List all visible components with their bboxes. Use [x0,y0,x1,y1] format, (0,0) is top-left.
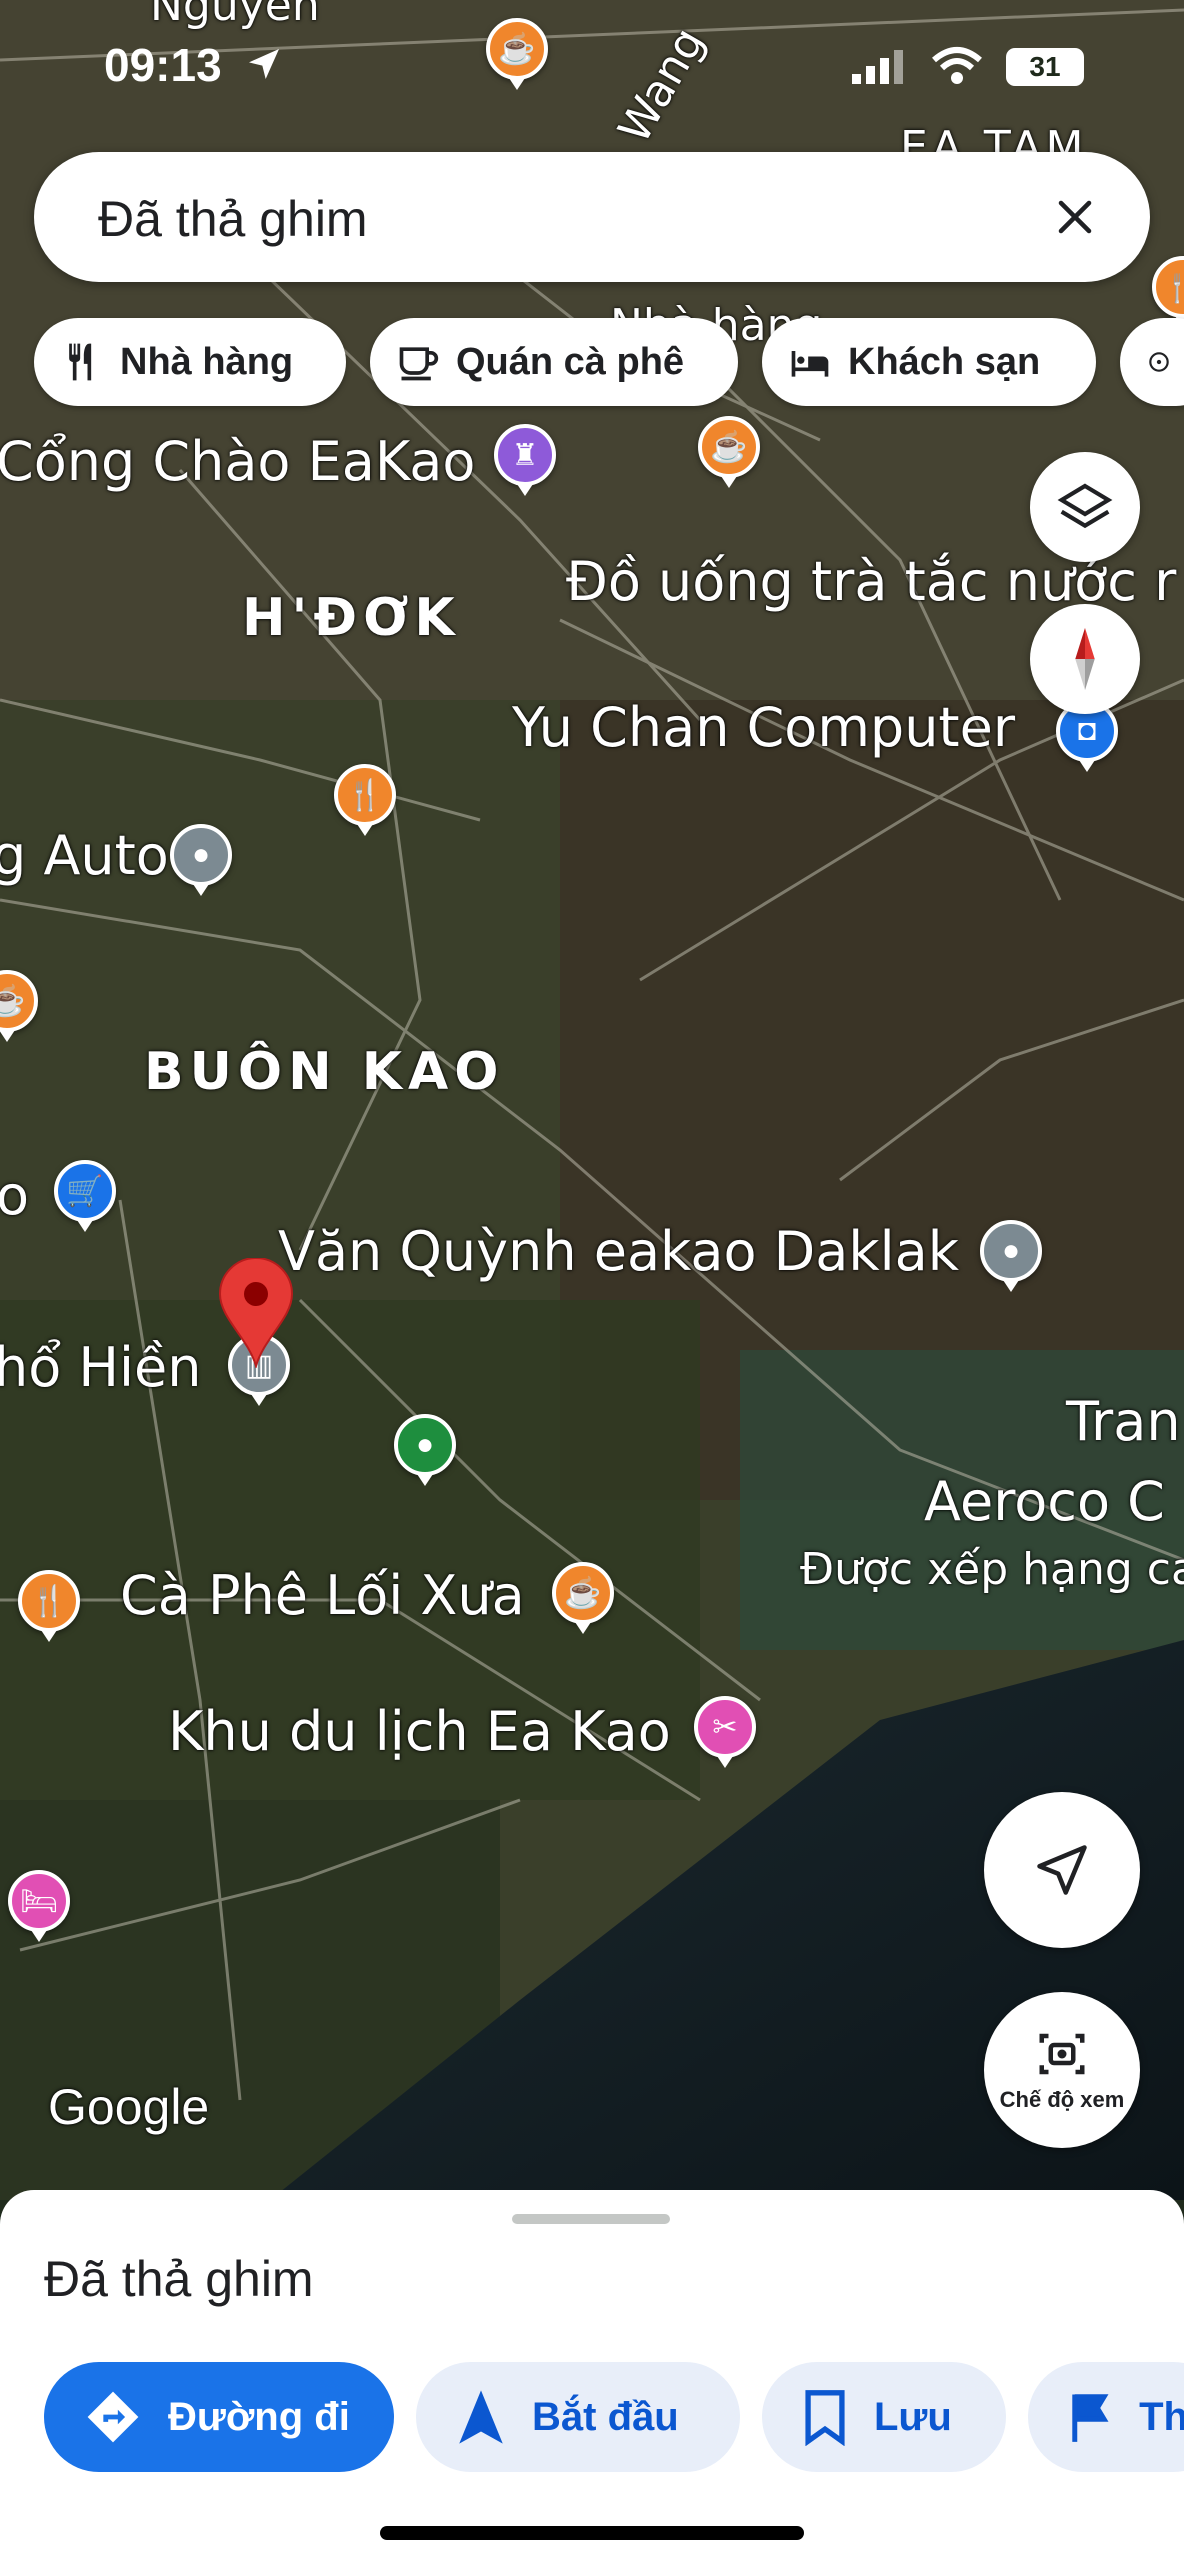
map-label-khu-du-lich[interactable]: Khu du lịch Ea Kao [168,1700,671,1763]
status-bar: 09:13 31 [0,0,1184,140]
cellular-signal-icon [852,50,903,84]
view-mode-button[interactable]: Chế độ xem [984,1992,1140,2148]
attraction-icon [1149,352,1169,372]
close-icon[interactable] [1040,182,1110,252]
landmark-pin-icon[interactable]: ♜ [494,424,556,496]
start-label: Bắt đầu [532,2394,679,2439]
map-label-h-dok: H'ĐƠK [242,588,461,648]
map-label-auto[interactable]: g Auto [0,824,169,887]
restaurant-pin-icon[interactable]: 🍴 [334,764,396,836]
label-button[interactable]: Th [1028,2362,1184,2472]
place-title: Đã thả ghim [44,2251,314,2307]
navigation-arrow-icon [1037,1845,1087,1895]
map-label-o-left: o [0,1164,30,1227]
map-label-buon-kao: BUÔN KAO [144,1042,505,1102]
coffee-pin-icon[interactable]: ☕ [552,1562,614,1634]
location-arrow-icon [249,49,279,79]
map-label-cong-chao[interactable]: Cổng Chào EaKao [0,430,475,493]
drag-handle[interactable] [512,2214,670,2224]
place-bottom-sheet[interactable]: Đã thả ghim Đường đi Bắt đầu Lưu Th [0,2190,1184,2560]
battery-icon: 31 [1006,48,1084,86]
my-location-button[interactable] [984,1792,1140,1948]
hotel-icon [791,351,829,377]
search-bar[interactable]: Đã thả ghim [34,152,1150,282]
tourist-attraction-pin-icon[interactable]: ✂ [694,1696,756,1768]
status-time: 09:13 [104,39,222,91]
navigation-arrow-icon [459,2390,503,2444]
dropped-pin-icon[interactable] [218,1258,294,1368]
map-label-pho-hien[interactable]: hổ Hiền [0,1336,201,1399]
shopping-cart-pin-icon[interactable]: 🛒 [54,1160,116,1232]
google-logo: Google [48,2079,210,2135]
view-mode-label: Chế độ xem [999,2087,1125,2112]
chip-restaurants[interactable]: Nhà hàng [34,318,346,406]
flag-icon [1072,2394,1109,2442]
place-pin-icon[interactable]: ● [980,1220,1042,1292]
chip-coffee[interactable]: Quán cà phê [370,318,738,406]
label-button-text: Th [1139,2394,1184,2439]
compass-button[interactable] [1030,604,1140,714]
map-label-yu-chan[interactable]: Yu Chan Computer [512,696,1015,759]
directions-label: Đường đi [168,2394,350,2439]
map-label-aeroco[interactable]: Aeroco C [924,1470,1165,1533]
coffee-icon [399,347,439,381]
hotel-pin-icon[interactable]: 🛏 [8,1870,70,1942]
bookmark-icon [805,2390,845,2446]
search-text[interactable]: Đã thả ghim [98,190,368,248]
map-label-duoc-xep-hang: Được xếp hạng ca [800,1544,1184,1595]
map-label-tran[interactable]: Tran [1066,1390,1181,1453]
directions-button[interactable]: Đường đi [44,2362,394,2472]
camera-scan-icon [1039,2033,1085,2075]
home-indicator[interactable] [380,2526,804,2540]
chip-label: Khách sạn [848,340,1041,383]
start-button[interactable]: Bắt đầu [416,2362,740,2472]
directions-icon [87,2391,139,2443]
restaurant-icon [69,343,92,381]
coffee-pin-icon[interactable]: ☕ [698,416,760,488]
compass-icon [1075,627,1095,691]
chip-label: Nhà hàng [120,340,294,383]
save-button[interactable]: Lưu [762,2362,1006,2472]
chip-hotels[interactable]: Khách sạn [762,318,1096,406]
chip-label: Quán cà phê [456,340,685,383]
map-label-ca-phe-loi-xua[interactable]: Cà Phê Lối Xưa [120,1564,525,1627]
layers-icon [1057,483,1113,529]
save-label: Lưu [874,2394,952,2439]
map-label-van-quynh[interactable]: Văn Quỳnh eakao Daklak [278,1220,959,1283]
wifi-icon [932,47,982,84]
park-pin-icon[interactable]: ● [394,1414,456,1486]
restaurant-pin-icon[interactable]: 🍴 [18,1570,80,1642]
place-pin-icon[interactable]: ● [170,824,232,896]
layers-button[interactable] [1030,452,1140,562]
